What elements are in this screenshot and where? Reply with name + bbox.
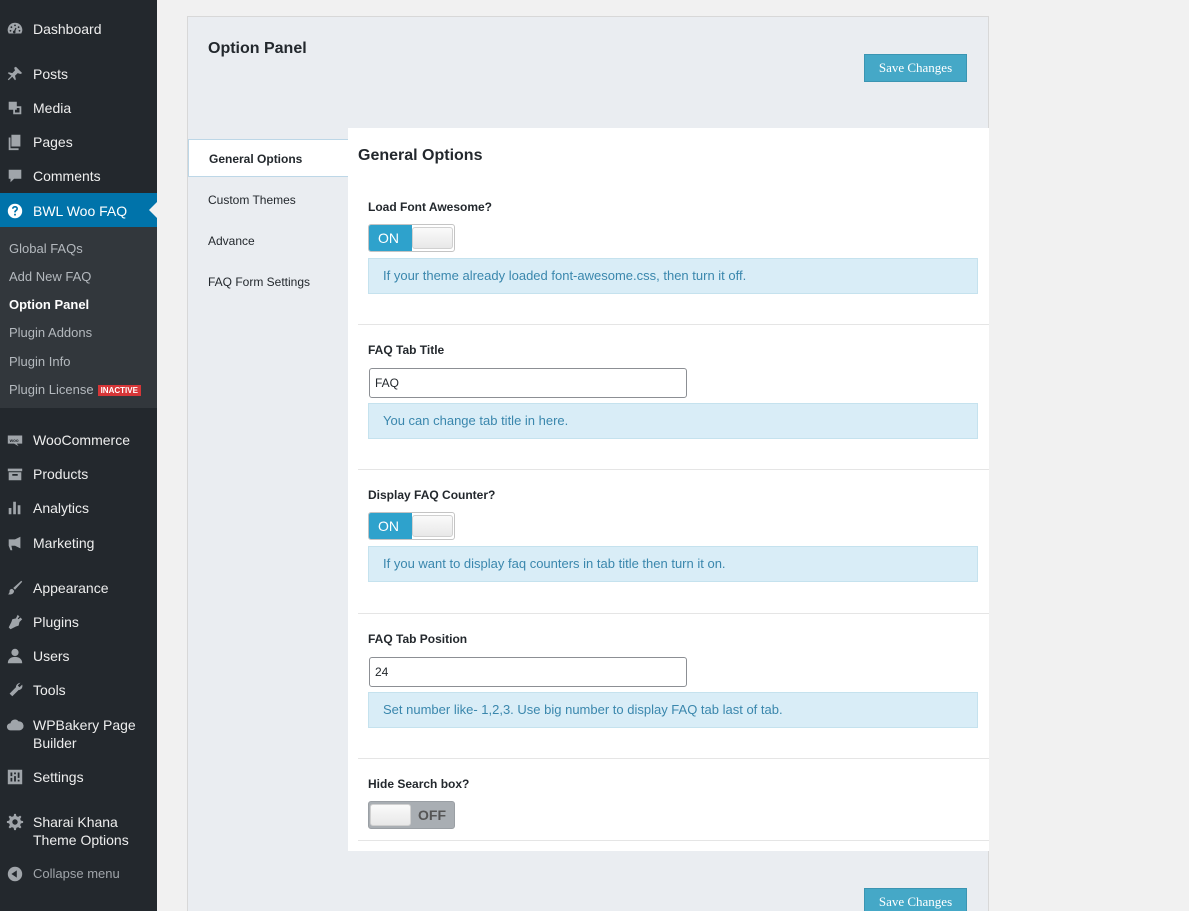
wrench-icon — [5, 681, 25, 699]
submenu-item-label: Plugin License — [9, 382, 94, 397]
toggle-knob — [412, 227, 453, 249]
svg-text:woo: woo — [9, 438, 19, 443]
plugin-icon — [5, 613, 25, 631]
help-text: You can change tab title in here. — [368, 403, 978, 439]
submenu-item-add-new-faq[interactable]: Add New FAQ — [9, 269, 91, 285]
submenu-item-global-faqs[interactable]: Global FAQs — [9, 241, 83, 257]
faq-tab-title-input[interactable] — [369, 368, 687, 398]
submenu: Global FAQs Add New FAQ Option Panel Plu… — [0, 227, 157, 408]
submenu-item-plugin-license[interactable]: Plugin License INACTIVE — [9, 382, 141, 398]
tab-custom-themes[interactable]: Custom Themes — [188, 181, 349, 219]
help-text: Set number like- 1,2,3. Use big number t… — [368, 692, 978, 728]
sidebar-item-label: Sharai Khana Theme Options — [33, 814, 129, 848]
submenu-item-plugin-addons[interactable]: Plugin Addons — [9, 325, 92, 341]
field-faq-tab-position: FAQ Tab Position Set number like- 1,2,3.… — [358, 614, 989, 759]
field-load-font-awesome: Load Font Awesome? ON If your theme alre… — [358, 180, 989, 325]
sidebar-item-label: Posts — [33, 66, 69, 82]
settings-icon — [5, 768, 25, 786]
save-changes-button-bottom[interactable]: Save Changes — [864, 888, 967, 911]
sidebar-item-label: Plugins — [33, 614, 79, 630]
collapse-icon — [5, 865, 25, 883]
font-awesome-toggle[interactable]: ON — [368, 224, 455, 252]
sidebar-item-label: Products — [33, 466, 89, 482]
sidebar-item-label: Tools — [33, 682, 66, 698]
sidebar-item-label: Marketing — [33, 535, 95, 551]
archive-icon — [5, 465, 25, 483]
sidebar-item-label: Media — [33, 100, 72, 116]
toggle-knob — [370, 804, 411, 826]
media-icon — [5, 99, 25, 117]
faq-tab-position-input[interactable] — [369, 657, 687, 687]
tab-advance[interactable]: Advance — [188, 222, 349, 260]
option-panel: Option Panel Save Changes General Option… — [187, 16, 989, 911]
admin-sidebar: Dashboard Posts Media Pages Comments BWL… — [0, 0, 157, 911]
field-label: Load Font Awesome? — [368, 200, 493, 214]
pin-icon — [5, 65, 25, 83]
sidebar-item-bwl-woo-faq[interactable]: BWL Woo FAQ — [0, 193, 157, 227]
user-icon — [5, 647, 25, 665]
options-content: General Options Load Font Awesome? ON If… — [348, 128, 989, 851]
page-title: Option Panel — [208, 40, 307, 57]
save-changes-button-top[interactable]: Save Changes — [864, 54, 967, 82]
field-hide-search-box: Hide Search box? OFF — [358, 759, 989, 841]
collapse-menu-label: Collapse menu — [33, 866, 120, 881]
hide-search-box-toggle[interactable]: OFF — [368, 801, 455, 829]
field-display-faq-counter: Display FAQ Counter? ON If you want to d… — [358, 470, 989, 614]
brush-icon — [5, 579, 25, 597]
toggle-knob — [412, 515, 453, 537]
tab-general-options[interactable]: General Options — [188, 139, 349, 177]
question-icon — [5, 202, 25, 220]
toggle-state: ON — [369, 225, 412, 251]
megaphone-icon — [5, 534, 25, 552]
comment-icon — [5, 167, 25, 185]
sidebar-item-label: WPBakery Page Builder — [33, 717, 136, 751]
pages-icon — [5, 133, 25, 151]
sidebar-item-label: WooCommerce — [33, 432, 130, 448]
sidebar-item-label: Users — [33, 648, 70, 664]
field-label: Display FAQ Counter? — [368, 488, 496, 502]
woo-icon: woo — [5, 431, 25, 449]
toggle-state: ON — [369, 513, 412, 539]
sidebar-item-label: Settings — [33, 769, 84, 785]
submenu-item-option-panel[interactable]: Option Panel — [9, 297, 89, 313]
section-title: General Options — [358, 147, 483, 164]
sidebar-item-label: BWL Woo FAQ — [33, 203, 128, 219]
inactive-badge: INACTIVE — [97, 385, 141, 396]
sidebar-item-label: Pages — [33, 134, 73, 150]
gear-icon — [5, 813, 25, 831]
faq-counter-toggle[interactable]: ON — [368, 512, 455, 540]
cloud-icon — [5, 716, 25, 734]
sidebar-item-label: Analytics — [33, 500, 90, 516]
field-label: FAQ Tab Title — [368, 343, 445, 357]
tab-faq-form-settings[interactable]: FAQ Form Settings — [188, 263, 349, 301]
help-text: If your theme already loaded font-awesom… — [368, 258, 978, 294]
sidebar-item-label: Dashboard — [33, 21, 102, 37]
submenu-item-plugin-info[interactable]: Plugin Info — [9, 354, 70, 370]
help-text: If you want to display faq counters in t… — [368, 546, 978, 582]
field-label: FAQ Tab Position — [368, 632, 468, 646]
chart-bar-icon — [5, 499, 25, 517]
field-faq-tab-title: FAQ Tab Title You can change tab title i… — [358, 325, 989, 470]
sidebar-item-label: Comments — [33, 168, 101, 184]
sidebar-item-label: Appearance — [33, 580, 109, 596]
field-label: Hide Search box? — [368, 777, 470, 791]
toggle-state: OFF — [418, 807, 446, 823]
dashboard-icon — [5, 20, 25, 38]
